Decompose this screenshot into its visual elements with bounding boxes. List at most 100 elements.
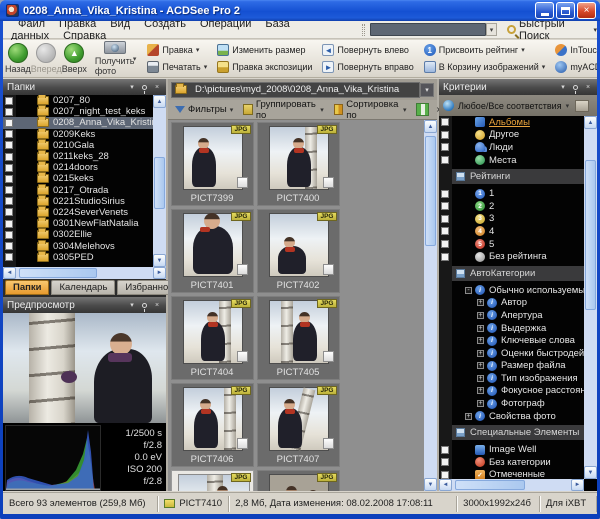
criteria-checkbox[interactable] [441, 445, 449, 454]
folder-select-checkbox[interactable] [5, 107, 13, 116]
criteria-checkbox[interactable] [441, 156, 449, 165]
thumbnail-image[interactable] [269, 126, 328, 189]
scroll-down-icon[interactable]: ▼ [153, 254, 166, 267]
criteria-checkbox[interactable] [441, 118, 449, 127]
thumbnail[interactable]: JPG PICT7404 [170, 295, 254, 380]
scroll-thumb[interactable] [19, 268, 97, 278]
rotate-right-button[interactable]: ► Повернуть вправо [320, 60, 415, 75]
thumbnail-checkbox[interactable] [236, 263, 248, 275]
expander-icon[interactable]: + [477, 387, 484, 395]
folder-item[interactable]: 0301NewFlatNatalia [3, 217, 153, 229]
scroll-right-icon[interactable]: ► [571, 479, 584, 491]
acquire-dropdown-icon[interactable]: ▾ [133, 55, 137, 63]
criteria-item[interactable]: Без рейтинга [439, 250, 584, 263]
criteria-item[interactable]: + Фотограф [439, 397, 584, 410]
folder-select-checkbox[interactable] [5, 208, 13, 217]
criteria-item[interactable]: Другое [439, 129, 584, 142]
expander-icon[interactable]: + [477, 400, 484, 408]
up-button[interactable]: ▲ Вверх [62, 41, 87, 76]
forward-button[interactable]: Вперед [31, 41, 62, 76]
select-view-button[interactable] [413, 102, 432, 117]
folder-item[interactable]: 0209Keks [3, 127, 153, 140]
criteria-basket-icon[interactable] [575, 99, 590, 112]
thumbnail[interactable]: JPG PICT7406 [170, 382, 254, 467]
quick-search-dropdown-icon[interactable]: ▾ [593, 26, 597, 34]
folder-select-checkbox[interactable] [5, 230, 13, 239]
expander-icon[interactable]: + [477, 324, 484, 332]
thumbnail-image[interactable] [183, 126, 242, 189]
criteria-pin-icon[interactable] [573, 84, 578, 94]
expander-icon[interactable]: + [477, 299, 484, 307]
criteria-item[interactable]: Люди [439, 141, 584, 154]
panel-tab[interactable]: Календарь [51, 280, 116, 295]
criteria-checkbox[interactable] [441, 240, 449, 249]
criteria-checkbox[interactable] [441, 227, 449, 236]
thumbnail[interactable]: JPG PICT7402 [256, 208, 340, 293]
folder-item[interactable]: 0217_Otrada [3, 183, 153, 196]
criteria-item[interactable]: + Апертура [439, 309, 584, 322]
expander-icon[interactable]: + [477, 349, 484, 357]
exposure-button[interactable]: Правка экспозиции [215, 60, 314, 75]
folder-item[interactable]: 0224SeverVenets [3, 205, 153, 218]
expander-icon[interactable]: + [477, 337, 484, 345]
folder-select-checkbox[interactable] [5, 186, 13, 195]
folder-select-checkbox[interactable] [5, 130, 13, 139]
folder-select-checkbox[interactable] [5, 141, 13, 150]
folder-item[interactable]: 0214doors [3, 161, 153, 173]
criteria-item[interactable]: + Выдержка [439, 322, 584, 335]
criteria-item[interactable]: 1 [439, 187, 584, 200]
criteria-item[interactable]: Места [439, 154, 584, 167]
scroll-thumb[interactable] [154, 157, 165, 209]
menu-item[interactable]: Создать [137, 21, 193, 32]
criteria-item[interactable]: Отмеченные [439, 469, 584, 479]
folders-menu-icon[interactable]: ▾ [127, 83, 137, 91]
scroll-left-icon[interactable]: ◄ [439, 479, 452, 491]
thumbnail[interactable]: JPG PICT7407 [256, 382, 340, 467]
criteria-checkbox[interactable] [441, 189, 449, 198]
thumbnail-checkbox[interactable] [322, 263, 334, 275]
thumbnail-checkbox[interactable] [322, 350, 334, 362]
expander-icon[interactable]: + [477, 311, 484, 319]
assign-rating-button[interactable]: 1 Присвоить рейтинг ▾ [422, 43, 548, 58]
folder-select-checkbox[interactable] [5, 163, 13, 172]
expander-icon[interactable]: + [465, 412, 472, 420]
criteria-item[interactable]: + Автор [439, 297, 584, 310]
criteria-checkbox[interactable] [441, 252, 449, 261]
folder-item[interactable]: 0302Ellie [3, 228, 153, 240]
criteria-checkbox[interactable] [441, 202, 449, 211]
criteria-menu-icon[interactable]: ▾ [558, 83, 568, 91]
criteria-item[interactable]: 4 [439, 225, 584, 238]
thumbnail-checkbox[interactable] [236, 437, 248, 449]
folder-item[interactable]: 0210Gala [3, 138, 153, 151]
scroll-thumb[interactable] [425, 136, 436, 246]
scroll-down-icon[interactable]: ▼ [584, 466, 597, 479]
criteria-item[interactable]: Без категории [439, 456, 584, 469]
expander-icon[interactable]: + [477, 362, 484, 370]
path-dropdown-button[interactable]: ▾ [420, 82, 434, 97]
resize-button[interactable]: Изменить размер [215, 43, 314, 58]
scroll-left-icon[interactable]: ◄ [3, 267, 16, 279]
criteria-item[interactable]: + Фокусное расстояние (1 [439, 385, 584, 398]
minimize-button[interactable] [535, 2, 554, 19]
folder-select-checkbox[interactable] [5, 96, 13, 105]
thumbnail-checkbox[interactable] [236, 176, 248, 188]
preview-menu-icon[interactable]: ▾ [127, 301, 137, 309]
criteria-item[interactable]: + Оценки быстродействия [439, 347, 584, 360]
print-button[interactable]: Печатать ▾ [145, 60, 209, 75]
scroll-up-icon[interactable]: ▲ [584, 116, 597, 129]
preview-image[interactable] [3, 313, 166, 423]
expander-icon[interactable]: + [477, 374, 484, 382]
scroll-thumb[interactable] [455, 480, 525, 490]
criteria-checkbox[interactable] [441, 214, 449, 223]
folders-vertical-scrollbar[interactable]: ▲ ▼ [153, 95, 166, 267]
panel-tab[interactable]: Папки [5, 280, 50, 295]
acquire-photos-button[interactable]: Получить фото ▾ [95, 41, 137, 76]
criteria-item[interactable]: 2 [439, 200, 584, 213]
folder-select-checkbox[interactable] [5, 253, 13, 262]
criteria-item[interactable]: Рейтинги [452, 169, 584, 185]
criteria-item[interactable]: + Размер файла [439, 360, 584, 373]
folder-item[interactable]: 0207_night_test_keks [3, 105, 153, 117]
folder-item[interactable]: 0305PED [3, 250, 153, 263]
maximize-button[interactable] [556, 2, 575, 19]
thumbnail-image[interactable] [183, 387, 242, 450]
